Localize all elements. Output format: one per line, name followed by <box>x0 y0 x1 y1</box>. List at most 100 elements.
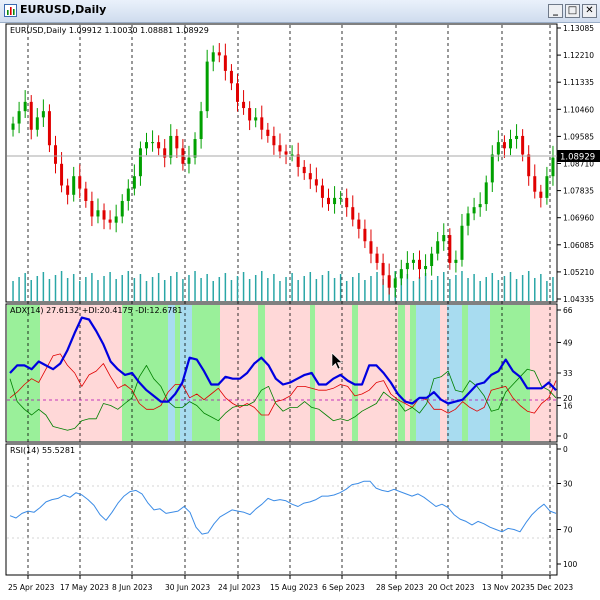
candle-body <box>496 142 500 155</box>
price-tick-label: 1.06085 <box>563 241 594 250</box>
adx-zone <box>258 305 265 441</box>
candle-body <box>205 61 209 112</box>
date-tick-label: 13 Nov 2023 <box>482 583 530 592</box>
candle-body <box>260 117 264 130</box>
candle-body <box>151 142 155 144</box>
candle-body <box>320 185 324 198</box>
candle-body <box>78 176 82 189</box>
date-tick-label: 30 Jun 2023 <box>165 583 210 592</box>
candle-body <box>29 101 33 130</box>
candle-body <box>102 210 106 220</box>
window-titlebar[interactable]: EURUSD,Daily _ □ ✕ <box>0 0 600 23</box>
candle-body <box>436 241 440 254</box>
candle-body <box>302 166 306 174</box>
rsi-axis: 100 70 30 0 <box>557 445 578 569</box>
adx-zone <box>220 305 258 441</box>
candle-body <box>66 185 70 195</box>
candle-body <box>132 176 136 189</box>
candle-body <box>333 197 337 205</box>
candle-body <box>411 259 415 263</box>
candle-body <box>472 207 476 214</box>
candle-body <box>502 142 506 149</box>
candle-body <box>490 154 494 183</box>
price-tick-label: 1.12210 <box>563 51 594 60</box>
price-axis: 1.13085 1.12210 1.11335 1.10460 1.09585 1.087… <box>557 24 594 304</box>
candle-body <box>11 123 15 130</box>
candle-body <box>454 259 458 263</box>
chart-window: EURUSD,Daily _ □ ✕ 1.08929 EURUSD,Daily … <box>0 0 600 600</box>
adx-trend-zones <box>7 305 556 441</box>
candle-body <box>478 204 482 208</box>
candle-body <box>509 139 512 149</box>
candle-body <box>23 101 27 112</box>
candle-body <box>551 157 555 177</box>
rsi-tick-label: 70 <box>563 526 573 535</box>
date-tick-label: 15 Aug 2023 <box>270 583 318 592</box>
rsi-tick-label: 100 <box>563 560 578 569</box>
candle-body <box>223 55 227 71</box>
chart-area[interactable]: 1.08929 EURUSD,Daily 1.09912 1.10030 1.0… <box>0 22 600 600</box>
candle-body <box>290 154 294 156</box>
minimize-button[interactable]: _ <box>548 4 563 18</box>
candle-body <box>515 135 519 140</box>
date-tick-label: 5 Dec 2023 <box>530 583 573 592</box>
adx-zone <box>530 305 556 441</box>
candle-body <box>381 262 385 276</box>
adx-zone <box>168 305 175 441</box>
price-tick-label: 1.08710 <box>563 160 594 169</box>
adx-zone <box>40 305 122 441</box>
adx-zone <box>462 305 468 441</box>
candle-body <box>466 213 470 226</box>
candle-body <box>266 129 270 136</box>
candle-body <box>90 200 94 217</box>
candle-body <box>199 111 203 140</box>
rsi-panel[interactable] <box>5 443 558 576</box>
candle-body <box>327 197 330 205</box>
candle-body <box>460 225 464 260</box>
candle-body <box>375 253 379 263</box>
price-tick-label: 1.10460 <box>563 105 594 114</box>
adx-zone <box>468 305 490 441</box>
candle-body <box>84 188 88 201</box>
candle-body <box>217 52 221 56</box>
date-tick-label: 28 Sep 2023 <box>376 583 424 592</box>
candle-body <box>442 235 446 242</box>
candle-body <box>484 182 488 205</box>
adx-tick-label: 16 <box>563 401 573 410</box>
restore-button[interactable]: □ <box>565 4 580 18</box>
candle-body <box>272 135 276 146</box>
rsi-tick-label: 30 <box>563 480 573 489</box>
price-panel-header: EURUSD,Daily 1.09912 1.10030 1.08881 1.0… <box>10 26 209 35</box>
adx-zone <box>352 305 358 441</box>
candle-body <box>308 173 312 180</box>
date-tick-label: 20 Oct 2023 <box>428 583 475 592</box>
candle-body <box>533 176 537 192</box>
candle-body <box>278 145 282 152</box>
candle-body <box>138 148 142 177</box>
candle-body <box>545 176 549 198</box>
candle-body <box>114 216 118 223</box>
candle-body <box>157 142 161 149</box>
candle-body <box>339 197 343 199</box>
candle-body <box>126 188 130 201</box>
candle-body <box>72 176 76 195</box>
adx-tick-label: 0 <box>563 432 568 441</box>
adx-tick-label: 33 <box>563 369 573 378</box>
candle-body <box>236 83 239 102</box>
date-tick-label: 6 Sep 2023 <box>322 583 365 592</box>
adx-zone <box>416 305 440 441</box>
price-panel[interactable] <box>5 23 558 303</box>
candle-body <box>35 117 39 130</box>
price-tick-label: 1.07835 <box>563 187 594 196</box>
candle-body <box>314 179 318 186</box>
adx-tick-label: 49 <box>563 338 573 347</box>
candle-body <box>369 241 373 254</box>
candle-body <box>175 135 179 149</box>
date-tick-label: 24 Jul 2023 <box>218 583 261 592</box>
candle-body <box>357 219 361 229</box>
candle-body <box>54 145 57 164</box>
candle-body <box>193 139 197 158</box>
candle-body <box>424 266 428 270</box>
candle-body <box>120 200 124 217</box>
close-button[interactable]: ✕ <box>582 4 597 18</box>
